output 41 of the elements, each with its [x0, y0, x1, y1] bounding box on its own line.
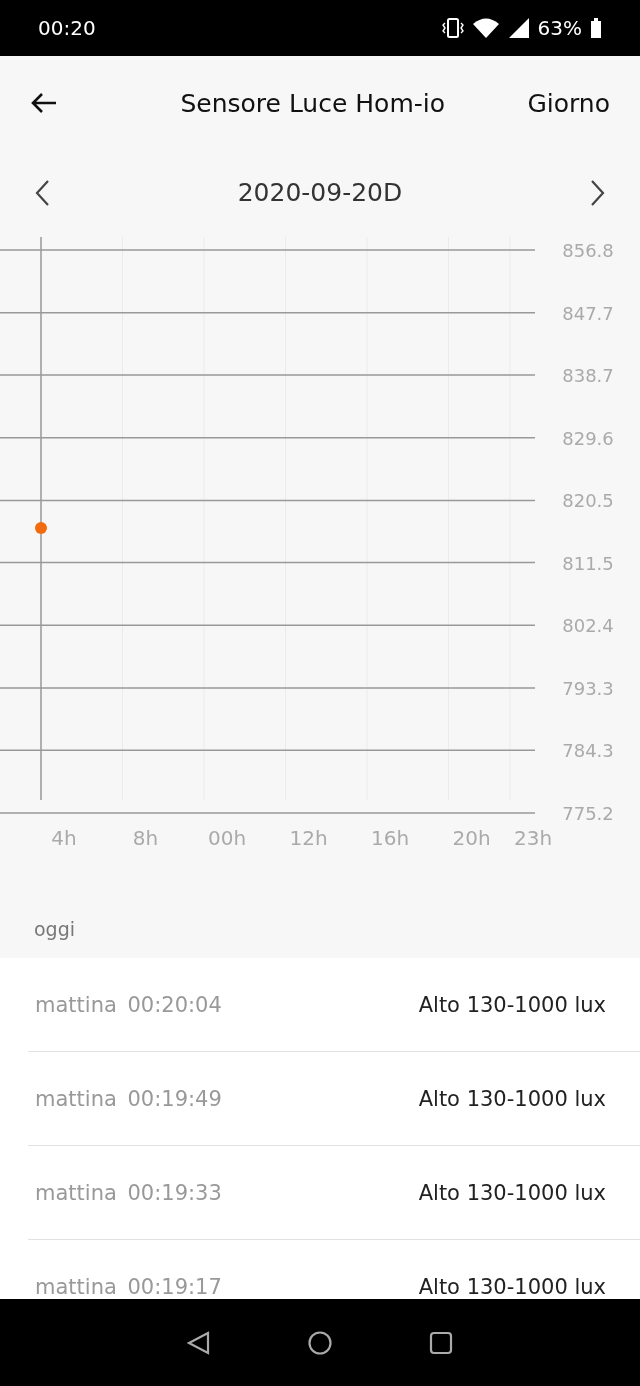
previous-chevron-icon[interactable] [34, 178, 50, 207]
record-time: mattina 00:19:33 [35, 1180, 222, 1205]
record-time: mattina 00:19:17 [35, 1274, 222, 1299]
date-label: 2020-09-20D [237, 178, 403, 207]
status-time: 00:20 [38, 16, 96, 40]
battery-icon [590, 17, 602, 39]
y-tick-label: 829.6 [562, 427, 614, 449]
period-selector[interactable]: Giorno [527, 88, 610, 118]
page-title: Sensore Luce Hom-io [179, 88, 446, 118]
y-tick-label: 856.8 [562, 240, 614, 261]
record-value: Alto 130-1000 lux [418, 1274, 606, 1299]
y-tick-label: 811.5 [562, 552, 614, 574]
y-tick-label: 775.2 [562, 803, 614, 824]
y-tick-label: 847.7 [562, 302, 614, 324]
y-tick-label: 793.3 [562, 678, 614, 700]
x-tick-label: 8h [132, 826, 159, 850]
signal-icon [507, 17, 530, 39]
vibrate-icon [441, 17, 464, 39]
y-tick-label: 802.4 [562, 615, 614, 637]
back-triangle-icon[interactable] [186, 1329, 212, 1356]
y-tick-label: 838.7 [562, 364, 614, 386]
recents-square-icon[interactable] [428, 1329, 454, 1356]
battery-percent: 63% [537, 16, 582, 40]
record-time: mattina 00:20:04 [35, 992, 222, 1017]
back-arrow-icon[interactable] [30, 91, 58, 115]
wifi-icon [471, 17, 500, 39]
y-tick-label: 784.3 [562, 740, 614, 762]
record-value: Alto 130-1000 lux [418, 992, 606, 1017]
x-tick-label: 12h [289, 826, 328, 850]
x-tick-label: 00h [207, 826, 247, 850]
record-value: Alto 130-1000 lux [418, 1086, 606, 1111]
x-tick-label: 4h [51, 826, 77, 850]
section-label: oggi [34, 918, 76, 940]
x-tick-label: 16h [370, 826, 410, 850]
record-value: Alto 130-1000 lux [418, 1180, 606, 1205]
record-time: mattina 00:19:49 [35, 1086, 222, 1111]
next-chevron-icon[interactable] [590, 178, 606, 207]
x-tick-label: 23h [513, 826, 553, 850]
x-tick-label: 20h [452, 826, 491, 850]
y-tick-label: 820.5 [562, 490, 614, 512]
home-circle-icon[interactable] [307, 1329, 333, 1356]
